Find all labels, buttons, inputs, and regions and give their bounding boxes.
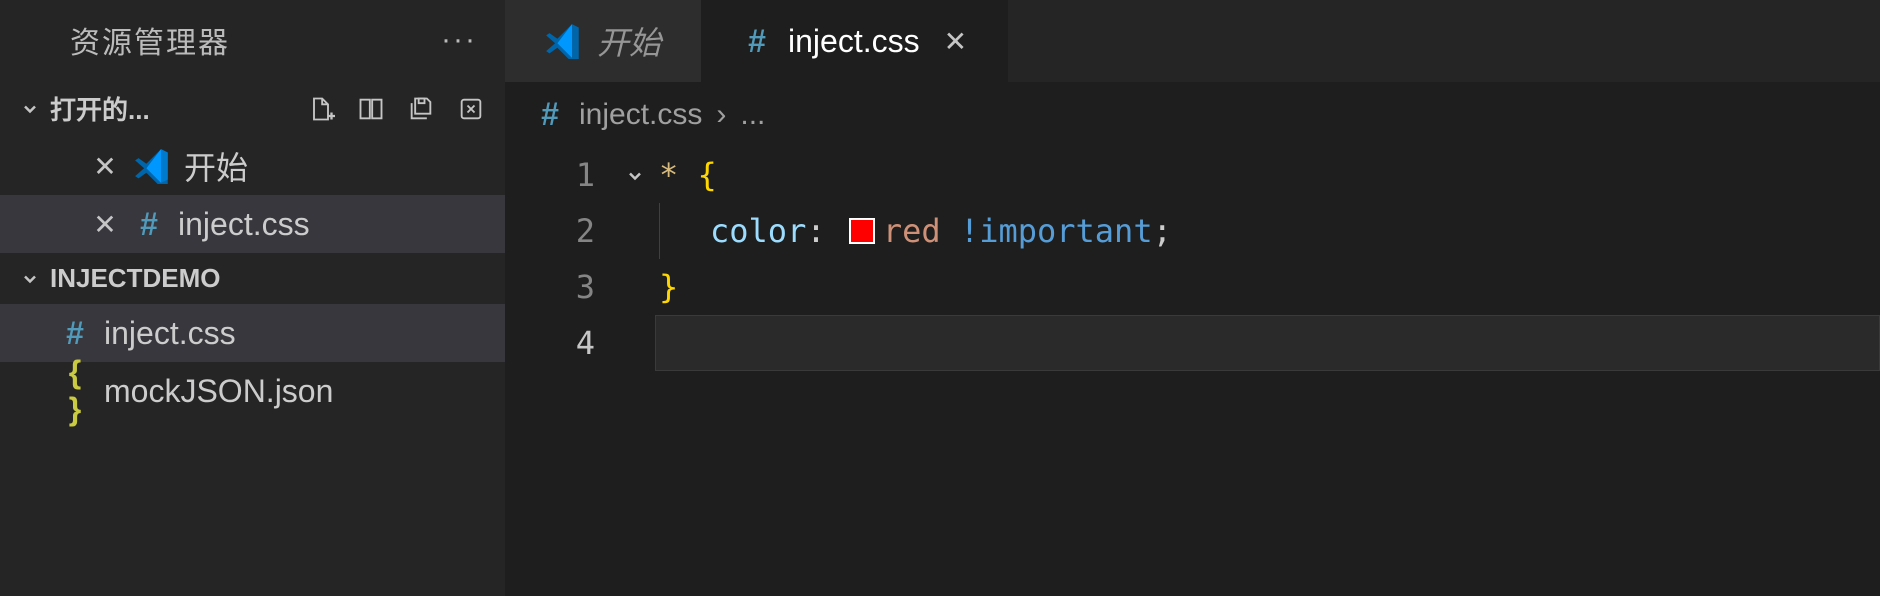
current-line[interactable] bbox=[655, 315, 1880, 371]
code-property: color bbox=[710, 203, 806, 259]
code-important: !important bbox=[960, 203, 1153, 259]
tab-welcome[interactable]: 开始 bbox=[505, 0, 702, 82]
chevron-right-icon: › bbox=[716, 98, 726, 132]
open-editor-item[interactable]: ✕ # inject.css bbox=[0, 195, 505, 253]
tab-inject-css[interactable]: # inject.css ✕ bbox=[702, 0, 1008, 82]
line-number: 2 bbox=[505, 203, 595, 259]
fold-gutter bbox=[615, 147, 655, 371]
code-semicolon: ; bbox=[1153, 203, 1172, 259]
file-label: inject.css bbox=[104, 315, 236, 352]
tab-label: 开始 bbox=[597, 18, 661, 64]
close-all-icon[interactable] bbox=[457, 95, 485, 123]
chevron-down-icon[interactable] bbox=[625, 147, 645, 203]
folder-name: INJECTDEMO bbox=[50, 263, 220, 294]
code-value: red bbox=[883, 203, 941, 259]
file-label: mockJSON.json bbox=[104, 373, 333, 410]
open-editors-header[interactable]: 打开的... bbox=[0, 80, 505, 137]
json-file-icon: { } bbox=[60, 354, 90, 428]
line-number: 1 bbox=[505, 147, 595, 203]
more-actions-icon[interactable]: ··· bbox=[441, 23, 477, 57]
explorer-title: 资源管理器 bbox=[70, 18, 230, 62]
line-number: 4 bbox=[505, 315, 595, 371]
file-item[interactable]: { } mockJSON.json bbox=[0, 362, 505, 420]
editor-area: 开始 # inject.css ✕ # inject.css › ... 1 2… bbox=[505, 0, 1880, 596]
code-editor[interactable]: 1 2 3 4 * { color: re bbox=[505, 147, 1880, 371]
line-number-gutter: 1 2 3 4 bbox=[505, 147, 615, 371]
line-number: 3 bbox=[505, 259, 595, 315]
css-file-icon: # bbox=[742, 23, 772, 60]
save-all-icon[interactable] bbox=[407, 95, 435, 123]
code-colon: : bbox=[806, 203, 825, 259]
file-list: # inject.css { } mockJSON.json bbox=[0, 304, 505, 420]
code-selector: * bbox=[659, 147, 678, 203]
code-brace: { bbox=[698, 147, 717, 203]
folder-header[interactable]: INJECTDEMO bbox=[0, 253, 505, 304]
open-editors-list: ✕ 开始 ✕ # inject.css bbox=[0, 137, 505, 253]
new-file-icon[interactable] bbox=[307, 95, 335, 123]
editor-tabs: 开始 # inject.css ✕ bbox=[505, 0, 1880, 82]
breadcrumb[interactable]: # inject.css › ... bbox=[505, 82, 1880, 147]
open-editor-item[interactable]: ✕ 开始 bbox=[0, 137, 505, 195]
color-swatch-icon[interactable] bbox=[849, 218, 875, 244]
breadcrumb-rest: ... bbox=[740, 98, 765, 132]
open-editors-label: 打开的... bbox=[50, 90, 150, 127]
open-editor-label: inject.css bbox=[178, 206, 310, 243]
toggle-layout-icon[interactable] bbox=[357, 95, 385, 123]
css-file-icon: # bbox=[60, 315, 90, 352]
explorer-sidebar: 资源管理器 ··· 打开的... bbox=[0, 0, 505, 596]
breadcrumb-file: inject.css bbox=[579, 98, 702, 132]
close-icon[interactable]: ✕ bbox=[90, 208, 120, 241]
chevron-down-icon bbox=[20, 269, 40, 289]
code-brace: } bbox=[659, 259, 678, 315]
vscode-icon bbox=[134, 148, 170, 184]
chevron-down-icon bbox=[20, 99, 40, 119]
css-file-icon: # bbox=[535, 96, 565, 133]
code-content[interactable]: * { color: red !important; } bbox=[655, 147, 1880, 371]
close-icon[interactable]: ✕ bbox=[90, 150, 120, 183]
vscode-icon bbox=[545, 23, 581, 59]
tab-label: inject.css bbox=[788, 23, 920, 60]
css-file-icon: # bbox=[134, 206, 164, 243]
close-icon[interactable]: ✕ bbox=[944, 25, 967, 58]
open-editor-label: 开始 bbox=[184, 143, 248, 189]
indent-guide bbox=[659, 203, 660, 259]
